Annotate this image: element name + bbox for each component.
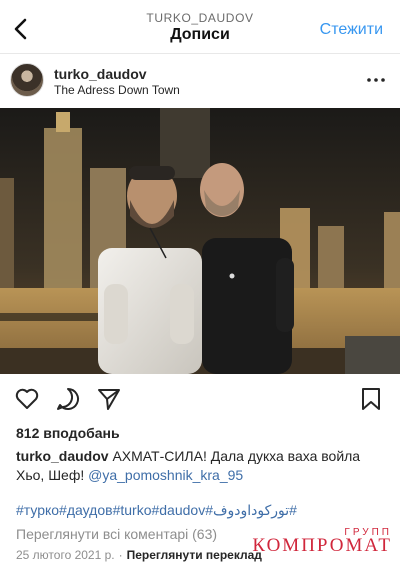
post-date: 25 лютого 2021 р.	[16, 548, 115, 562]
follow-button[interactable]: Стежити	[320, 21, 383, 39]
photo-scene	[0, 108, 400, 374]
post-location[interactable]: The Adress Down Town	[54, 83, 180, 97]
post-header: turko_daudov The Adress Down Town	[0, 58, 400, 104]
header-divider	[0, 53, 400, 54]
hashtags[interactable]: #турко#даудов#turko#daudov#توركوداودوف#	[16, 502, 297, 519]
share-icon[interactable]	[96, 386, 122, 412]
post-caption: turko_daudov АХМАТ-СИЛА! Дала дукха ваха…	[16, 447, 388, 485]
more-options-button[interactable]	[366, 70, 386, 90]
caption-mention[interactable]: @ya_pomoshnik_kra_95	[88, 467, 243, 483]
post-meta: 25 лютого 2021 р. · Переглянути переклад	[16, 548, 262, 562]
top-bar: TURKO_DAUDOV Дописи Стежити	[0, 0, 400, 52]
more-options-icon	[367, 78, 385, 82]
post-username[interactable]: turko_daudov	[54, 66, 147, 82]
caption-username[interactable]: turko_daudov	[16, 448, 109, 464]
watermark: ГРУПП КОМПРОМАТ	[252, 527, 392, 557]
view-comments-link[interactable]: Переглянути всі коментарі (63)	[16, 526, 217, 542]
meta-separator: ·	[118, 548, 123, 562]
likes-count[interactable]: 812 вподобань	[16, 425, 120, 441]
watermark-small: ГРУПП	[344, 527, 392, 538]
translate-link[interactable]: Переглянути переклад	[127, 548, 262, 562]
bookmark-icon[interactable]	[358, 386, 384, 412]
avatar[interactable]	[10, 63, 44, 97]
post-actions	[0, 384, 400, 414]
comment-icon[interactable]	[55, 386, 81, 412]
post-photo[interactable]	[0, 108, 400, 374]
heart-icon[interactable]	[14, 386, 40, 412]
watermark-big: КОМПРОМАТ	[252, 535, 392, 556]
